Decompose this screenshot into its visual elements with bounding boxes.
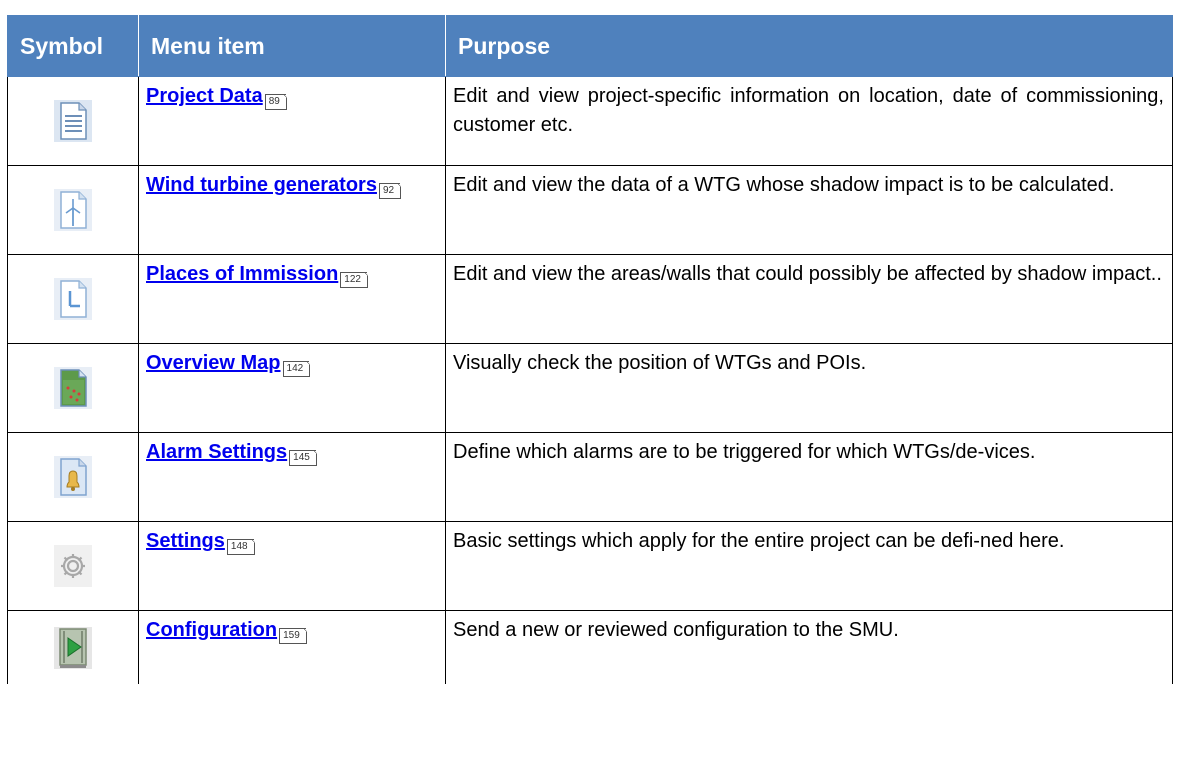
menu-item-cell: Places of Immission 122	[138, 254, 446, 344]
symbol-cell	[7, 76, 139, 166]
table-row: Places of Immission 122 Edit and view the…	[7, 254, 1173, 344]
page-reference[interactable]: 142	[282, 361, 310, 377]
table-row: Settings 148 Basic settings which apply f…	[7, 521, 1173, 611]
page-reference[interactable]: 92	[378, 183, 402, 199]
map-icon	[54, 367, 92, 409]
page-reference[interactable]: 122	[340, 272, 368, 288]
link-project-data[interactable]: Project Data	[146, 85, 263, 107]
menu-item-cell: Alarm Settings 145	[138, 432, 446, 522]
document-icon	[54, 100, 92, 142]
link-alarm-settings[interactable]: Alarm Settings	[146, 441, 287, 463]
symbol-cell	[7, 610, 139, 684]
link-overview-map[interactable]: Overview Map	[146, 352, 281, 374]
table-row: Overview Map 142 Visually check the posit…	[7, 343, 1173, 433]
table-row: Wind turbine generators 92 Edit and view …	[7, 165, 1173, 255]
link-configuration[interactable]: Configuration	[146, 619, 277, 641]
link-wind-turbine-generators[interactable]: Wind turbine generators	[146, 174, 377, 196]
table-row: Project Data 89 Edit and view project-spe…	[7, 76, 1173, 166]
symbol-cell	[7, 432, 139, 522]
purpose-cell: Send a new or reviewed configuration to …	[445, 610, 1173, 684]
purpose-cell: Edit and view the data of a WTG whose sh…	[445, 165, 1173, 255]
purpose-cell: Basic settings which apply for the entir…	[445, 521, 1173, 611]
table-row: Alarm Settings 145 Define which alarms ar…	[7, 432, 1173, 522]
play-icon	[54, 626, 92, 669]
menu-item-cell: Configuration 159	[138, 610, 446, 684]
menu-item-cell: Overview Map 142	[138, 343, 446, 433]
wind-turbine-icon	[54, 189, 92, 231]
menu-item-cell: Project Data 89	[138, 76, 446, 166]
bell-icon	[54, 456, 92, 498]
purpose-cell: Edit and view the areas/walls that could…	[445, 254, 1173, 344]
purpose-cell: Edit and view project-specific informati…	[445, 76, 1173, 166]
header-row: Symbol Menu item Purpose	[7, 15, 1173, 77]
purpose-cell: Visually check the position of WTGs and …	[445, 343, 1173, 433]
page-reference[interactable]: 159	[279, 628, 307, 644]
header-menu-item: Menu item	[138, 15, 446, 77]
purpose-cell: Define which alarms are to be triggered …	[445, 432, 1173, 522]
menu-item-cell: Wind turbine generators 92	[138, 165, 446, 255]
table-row: Configuration 159 Send a new or reviewed …	[7, 610, 1173, 684]
link-settings[interactable]: Settings	[146, 530, 225, 552]
header-purpose: Purpose	[445, 15, 1173, 77]
menu-item-cell: Settings 148	[138, 521, 446, 611]
place-of-immission-icon	[54, 278, 92, 320]
symbol-cell	[7, 165, 139, 255]
page-reference[interactable]: 145	[289, 450, 317, 466]
header-symbol: Symbol	[7, 15, 139, 77]
symbol-cell	[7, 254, 139, 344]
link-places-of-immission[interactable]: Places of Immission	[146, 263, 338, 285]
page-reference[interactable]: 89	[264, 94, 287, 110]
page-reference[interactable]: 148	[226, 539, 255, 555]
symbol-cell	[7, 521, 139, 611]
symbol-cell	[7, 343, 139, 433]
gear-icon	[54, 545, 92, 587]
menu-items-table: Symbol Menu item Purpose Project Data89	[7, 15, 1173, 684]
